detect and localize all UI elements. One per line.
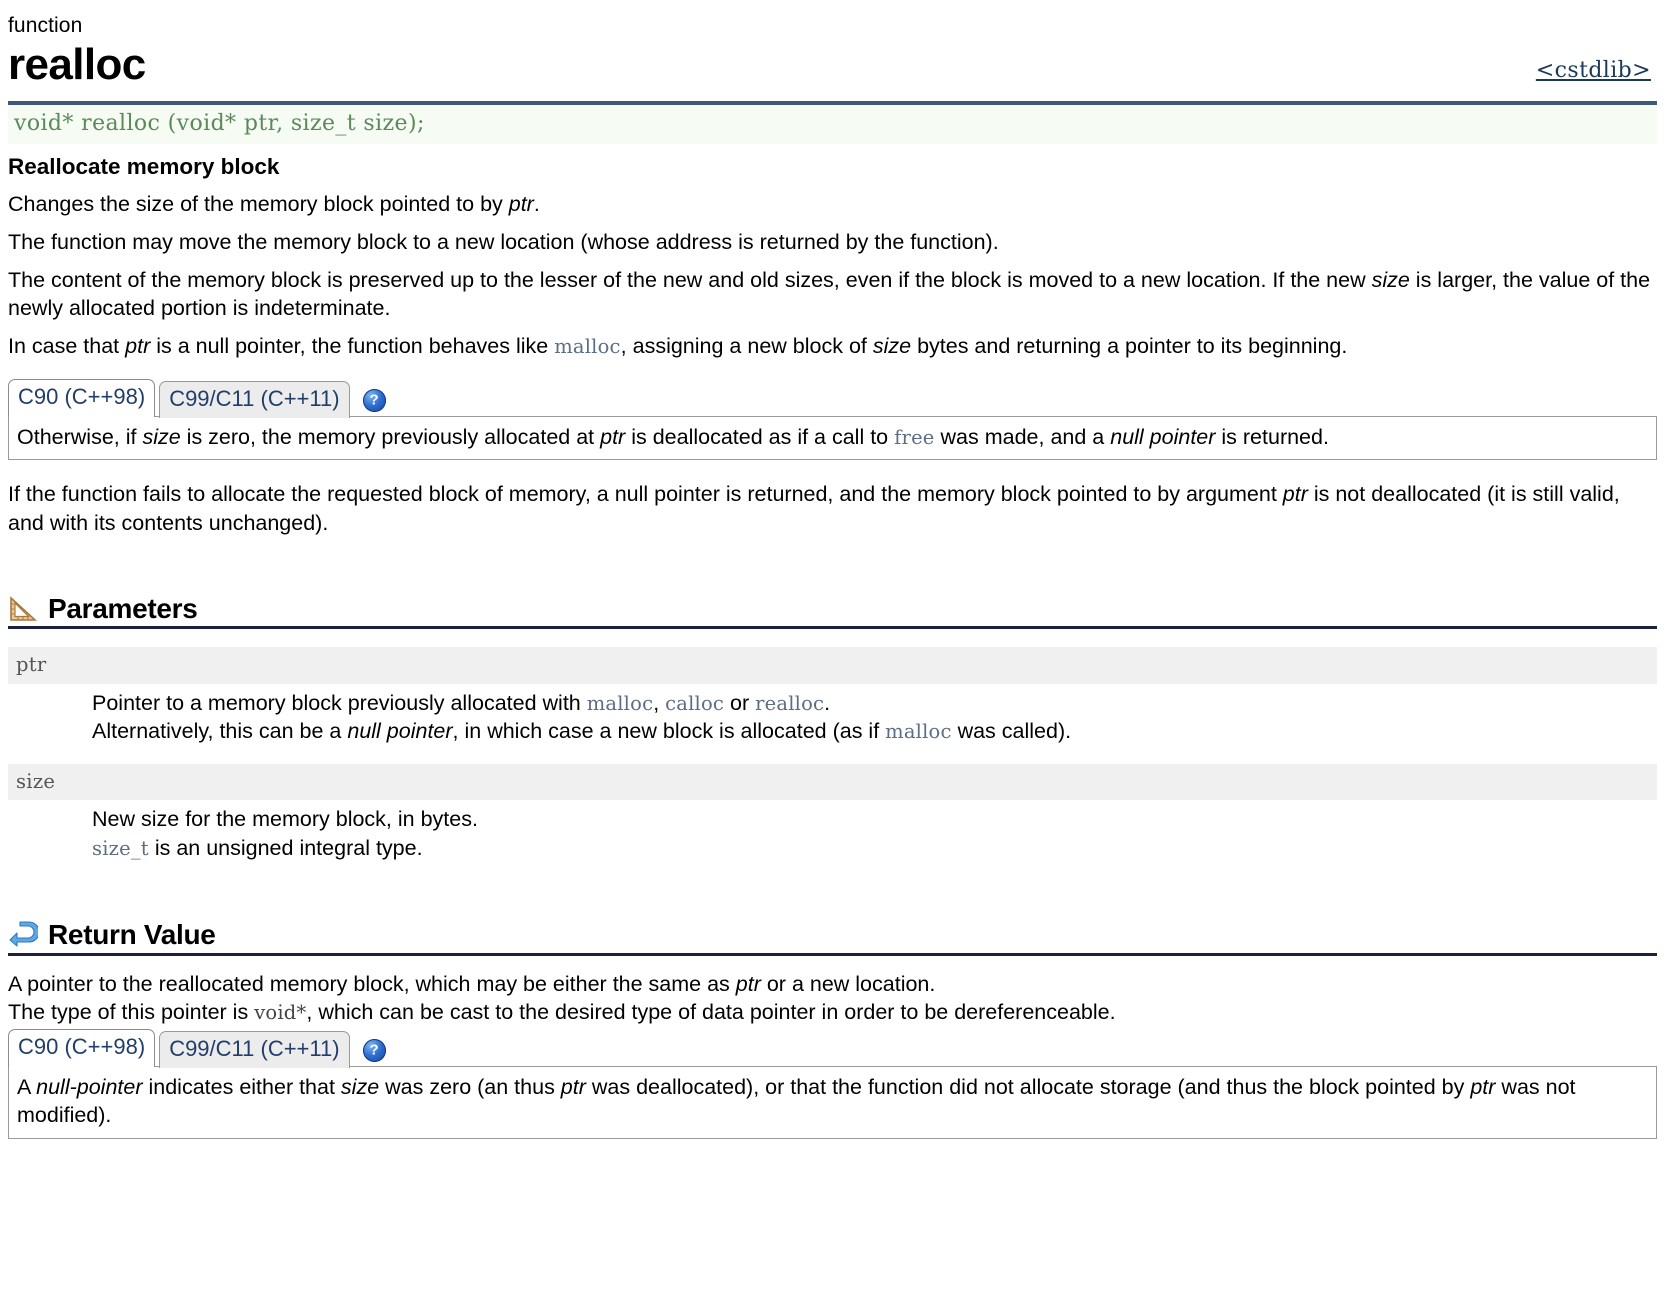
text-fragment: A pointer to the reallocated memory bloc…	[8, 971, 736, 996]
tab-strip: C90 (C++98) C99/C11 (C++11)	[8, 378, 1657, 418]
return-value-line: A pointer to the reallocated memory bloc…	[8, 970, 1657, 999]
param-ref-ptr: ptr	[125, 333, 151, 358]
parameter-description-line: New size for the memory block, in bytes.	[92, 807, 478, 832]
parameter-description: New size for the memory block, in bytes.…	[8, 800, 1657, 862]
text-fragment: .	[533, 192, 540, 217]
entity-kind-label: function	[8, 14, 83, 37]
null-pointer-emphasis: null pointer	[1110, 424, 1216, 449]
null-pointer-emphasis: null pointer	[347, 719, 453, 744]
ruler-triangle-icon	[10, 596, 38, 621]
help-icon[interactable]	[362, 1038, 386, 1062]
text-fragment: The content of the memory block is prese…	[8, 267, 1372, 292]
param-ref-ptr: ptr	[600, 424, 626, 449]
malloc-link[interactable]: malloc	[587, 692, 653, 715]
parameter-name: ptr	[8, 647, 1657, 685]
text-fragment: was made, and a	[934, 424, 1111, 449]
return-value-section-header: Return Value	[8, 918, 1657, 956]
tab-strip: C90 (C++98) C99/C11 (C++11)	[8, 1029, 1657, 1068]
header-file-link[interactable]: <cstdlib>	[1536, 56, 1651, 85]
text-fragment: .	[824, 691, 831, 716]
return-value-heading: Return Value	[48, 918, 216, 950]
text-fragment: Alternatively, this can be a	[92, 719, 348, 744]
tab-c99-c11[interactable]: C99/C11 (C++11)	[159, 1031, 350, 1068]
function-signature: void* realloc (void* ptr, size_t size);	[8, 105, 1657, 145]
realloc-link[interactable]: realloc	[755, 692, 824, 715]
param-ref-ptr: ptr	[508, 192, 534, 217]
param-ref-size: size	[872, 333, 912, 358]
text-fragment: indicates either that	[142, 1074, 341, 1099]
param-ref-size: size	[1371, 267, 1410, 292]
text-fragment: Otherwise, if	[17, 424, 143, 449]
text-fragment: Changes the size of the memory block poi…	[8, 192, 509, 217]
tab-panel-content: Otherwise, if size is zero, the memory p…	[8, 415, 1657, 461]
text-fragment: , in which case a new block is allocated…	[452, 719, 886, 744]
size-t-link[interactable]: size_t	[92, 837, 149, 860]
return-value-line: The type of this pointer is void*, which…	[8, 998, 1657, 1027]
parameters-heading: Parameters	[48, 592, 198, 624]
text-fragment: is a null pointer, the function behaves …	[150, 333, 555, 358]
param-ref-size: size	[340, 1074, 380, 1099]
parameter-item-ptr: ptr Pointer to a memory block previously…	[8, 647, 1657, 745]
summary-title: Reallocate memory block	[8, 154, 280, 180]
tab-c90[interactable]: C90 (C++98)	[8, 378, 156, 417]
standard-version-tabs-description: C90 (C++98) C99/C11 (C++11) Otherwise, i…	[8, 378, 1657, 461]
malloc-link[interactable]: malloc	[885, 720, 951, 743]
malloc-link[interactable]: malloc	[554, 335, 620, 358]
text-fragment: was zero (an thus	[379, 1074, 561, 1099]
reference-page: function realloc <cstdlib> void* realloc…	[0, 0, 1665, 1140]
tab-c99-c11[interactable]: C99/C11 (C++11)	[159, 380, 350, 418]
text-fragment: is returned.	[1215, 424, 1329, 449]
page-header: function realloc <cstdlib>	[8, 14, 1657, 95]
text-fragment: or a new location.	[760, 971, 936, 996]
parameter-description-line: Pointer to a memory block previously all…	[92, 689, 1657, 717]
page-title: realloc	[8, 40, 146, 90]
text-fragment: , which can be cast to the desired type …	[306, 1000, 1116, 1025]
text-fragment: In case that	[8, 333, 126, 358]
parameter-description-line: Alternatively, this can be a null pointe…	[92, 717, 1657, 745]
text-fragment: A	[17, 1074, 37, 1099]
text-fragment: The type of this pointer is	[8, 1000, 255, 1025]
text-fragment: was called).	[951, 719, 1072, 744]
parameter-description-line: size_t is an unsigned integral type.	[92, 834, 1657, 862]
parameter-description: Pointer to a memory block previously all…	[8, 684, 1657, 746]
param-ref-ptr: ptr	[1470, 1074, 1496, 1099]
parameters-section-header: Parameters	[8, 592, 1657, 630]
parameter-name: size	[8, 763, 1657, 801]
help-icon[interactable]	[362, 388, 386, 412]
void-pointer-code: void*	[254, 1001, 307, 1025]
text-fragment: ,	[653, 691, 666, 716]
summary-paragraph-5: If the function fails to allocate the re…	[8, 460, 1657, 537]
text-fragment: If the function fails to allocate the re…	[8, 482, 1283, 507]
summary-paragraph-3: The content of the memory block is prese…	[8, 257, 1657, 323]
summary-paragraph-1: Changes the size of the memory block poi…	[8, 184, 1657, 219]
free-link[interactable]: free	[894, 426, 934, 449]
text-fragment: Pointer to a memory block previously all…	[92, 691, 587, 716]
text-fragment: or	[724, 691, 756, 716]
tab-c90[interactable]: C90 (C++98)	[8, 1029, 156, 1067]
parameter-item-size: size New size for the memory block, in b…	[8, 763, 1657, 862]
standard-version-tabs-return-value: C90 (C++98) C99/C11 (C++11) A null-point…	[8, 1029, 1657, 1140]
text-fragment: was deallocated), or that the function d…	[585, 1074, 1471, 1099]
text-fragment: bytes and returning a pointer to its beg…	[911, 333, 1348, 358]
text-fragment: , assigning a new block of	[620, 333, 873, 358]
param-ref-size: size	[142, 424, 181, 449]
text-fragment: is zero, the memory previously allocated…	[180, 424, 601, 449]
param-ref-ptr: ptr	[560, 1074, 586, 1099]
calloc-link[interactable]: calloc	[665, 692, 724, 715]
return-arrow-icon	[9, 921, 38, 947]
text-fragment: is an unsigned integral type.	[148, 835, 423, 860]
summary-paragraph-4: In case that ptr is a null pointer, the …	[8, 323, 1657, 361]
summary-paragraph-2: The function may move the memory block t…	[8, 229, 999, 254]
parameters-list: ptr Pointer to a memory block previously…	[8, 647, 1657, 862]
param-ref-ptr: ptr	[735, 971, 761, 996]
null-pointer-emphasis: null-pointer	[36, 1074, 143, 1099]
tab-panel-content: A null-pointer indicates either that siz…	[8, 1065, 1657, 1140]
param-ref-ptr: ptr	[1282, 482, 1308, 507]
text-fragment: is deallocated as if a call to	[625, 424, 895, 449]
return-value-description: A pointer to the reallocated memory bloc…	[8, 970, 1657, 1027]
